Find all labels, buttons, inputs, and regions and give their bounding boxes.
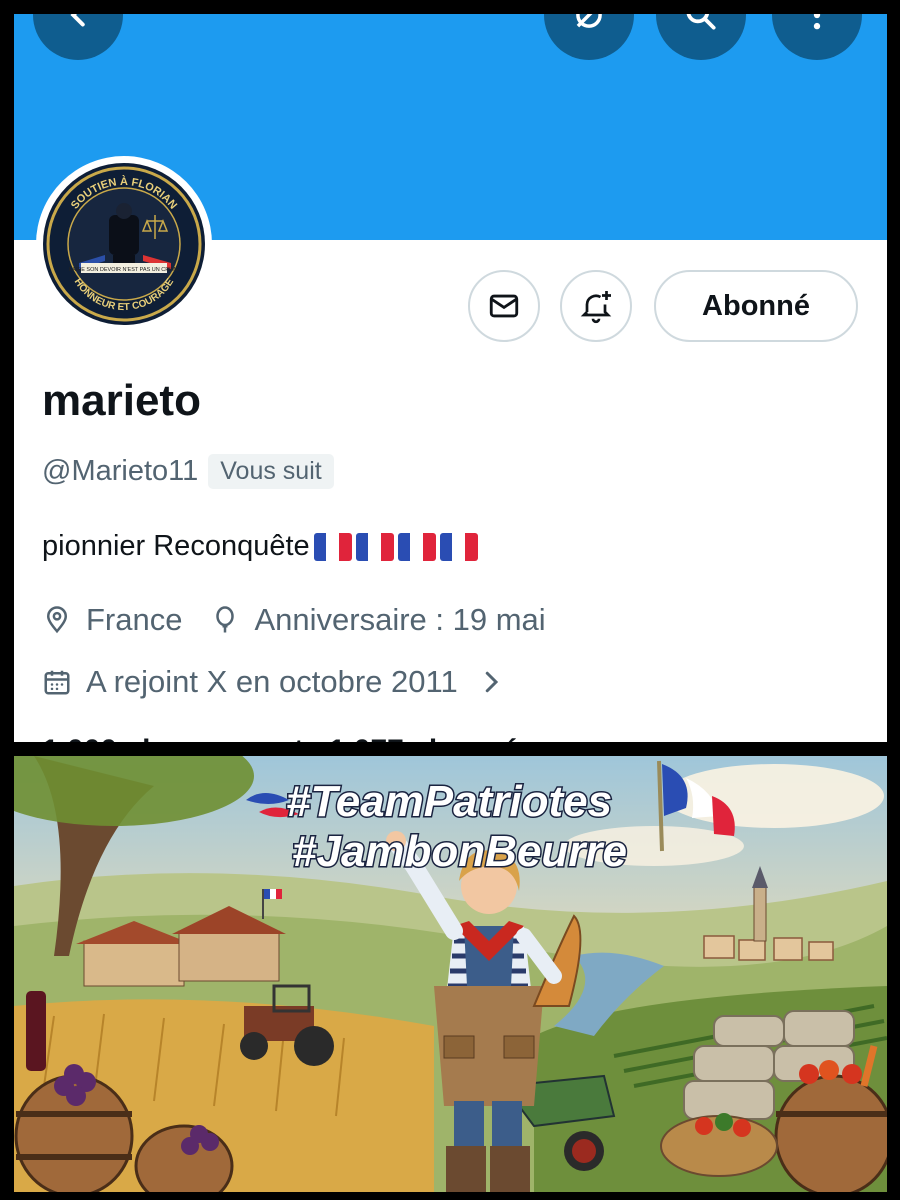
handle: @Marieto11 [42, 455, 199, 487]
location: France [86, 602, 183, 637]
balloon-icon [216, 606, 235, 633]
follow-counts-partial[interactable]: 1 000 abonnements 1 077 abonnés [42, 734, 536, 742]
avatar[interactable]: SOUTIEN À FLORIAN HONNEUR ET COURAGE FAI… [36, 156, 212, 332]
search-icon [686, 14, 716, 30]
france-flag-emoji [397, 532, 436, 561]
location-birthday-row: France Anniversaire : 19 mai [42, 602, 546, 638]
envelope-icon [489, 294, 519, 318]
notify-button[interactable] [560, 270, 632, 342]
handle-row: @Marieto11 Vous suit [42, 454, 334, 489]
france-flag-emoji [355, 532, 394, 561]
france-flag-emoji [313, 532, 352, 561]
back-arrow-icon [70, 14, 85, 27]
follows-you-badge: Vous suit [208, 454, 334, 489]
bio: pionnier Reconquête [42, 530, 478, 563]
joined-date: A rejoint X en octobre 2011 [86, 664, 458, 699]
location-pin-icon [46, 606, 68, 634]
avatar-ribbon-text: FAIRE SON DEVOIR N'EST PAS UN CRIME [69, 267, 179, 273]
more-vertical-icon [813, 14, 821, 30]
avatar-badge-image: SOUTIEN À FLORIAN HONNEUR ET COURAGE FAI… [43, 163, 205, 325]
calendar-icon [44, 670, 70, 695]
bio-text: pionnier Reconquête [42, 530, 310, 562]
chevron-right-icon [485, 671, 498, 693]
hashtag-jambon-beurre: #JambonBeurre [292, 827, 627, 876]
hashtag-team-patriotes: #TeamPatriotes [286, 777, 612, 826]
patriotic-illustration: #TeamPatriotes #JambonBeurre [14, 756, 887, 1192]
grok-icon [576, 14, 602, 28]
message-button[interactable] [468, 270, 540, 342]
joined-row[interactable]: A rejoint X en octobre 2011 [42, 664, 506, 700]
bell-plus-icon [580, 291, 612, 324]
france-flag-emoji [439, 532, 478, 561]
birthday: Anniversaire : 19 mai [254, 602, 546, 637]
following-button[interactable]: Abonné [654, 270, 858, 342]
display-name: marieto [42, 376, 201, 425]
profile-screenshot: SOUTIEN À FLORIAN HONNEUR ET COURAGE FAI… [14, 14, 887, 742]
